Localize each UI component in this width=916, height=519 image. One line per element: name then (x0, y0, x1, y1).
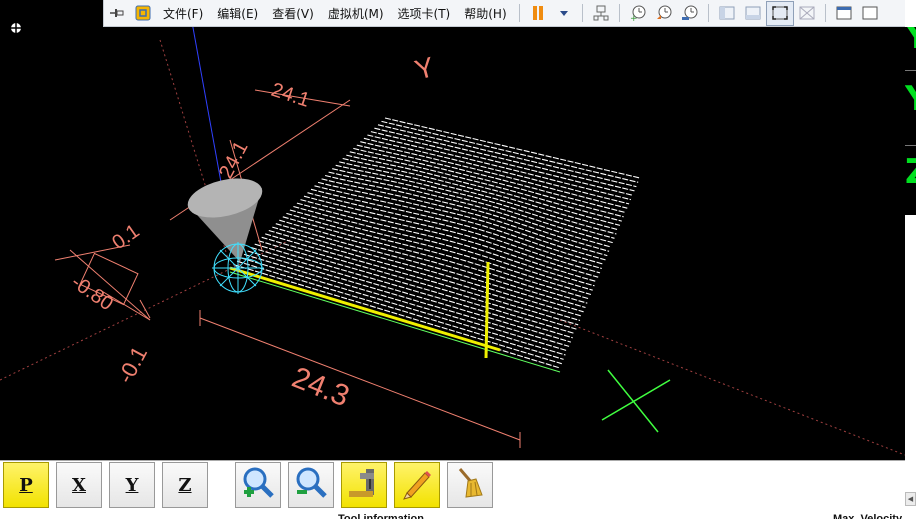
tool-information-label: Tool information (338, 513, 424, 519)
unity-button[interactable] (794, 2, 820, 25)
revert-snapshot-button[interactable] (651, 2, 677, 25)
draw-toolpath-button[interactable] (394, 462, 440, 508)
dimension-lines (54, 89, 521, 448)
toolpath-scanline (346, 154, 621, 226)
toolpath-scanline (265, 233, 579, 326)
console-view-button[interactable] (831, 2, 857, 25)
view-perspective-label: P (19, 474, 33, 496)
thumbnail-bar-button[interactable] (740, 2, 766, 25)
pin-icon (108, 4, 126, 22)
view-thumbnail-icon (744, 4, 762, 22)
menu-file[interactable]: 文件(F) (156, 2, 210, 25)
dro-divider (905, 145, 916, 146)
view-perspective-button[interactable]: P (3, 462, 49, 508)
stretch-icon (861, 4, 879, 22)
menu-vm[interactable]: 虚拟机(M) (321, 2, 391, 25)
view-y-button[interactable]: Y (109, 462, 155, 508)
dro-axis-label: Y (905, 27, 916, 57)
toolpath-viewport[interactable]: 24.1 24.1 0.1 -0.1 24.3 -0.80 Y (0, 0, 905, 460)
scroll-left-button[interactable]: ◀ (905, 492, 916, 506)
zoom-in-icon (240, 465, 276, 505)
take-snapshot-button[interactable]: + (625, 2, 651, 25)
max-velocity-label: Max. Velocity (833, 513, 903, 519)
highlight-vertical-line (484, 261, 490, 359)
dro-divider (905, 70, 916, 71)
svg-text:+: + (630, 14, 638, 21)
dimension-y-label: 24.1 (215, 138, 253, 183)
network-icon (592, 4, 610, 22)
snapshot-revert-icon (655, 4, 673, 22)
dimension-left-neg-label: -0.1 (112, 342, 152, 387)
toolpath-scanline (296, 202, 595, 287)
green-path-line (229, 271, 561, 373)
machine-tool-icon (346, 465, 382, 505)
highlight-path-line (229, 266, 501, 352)
fullscreen-icon (771, 4, 789, 22)
pin-button[interactable] (104, 2, 130, 25)
toolbar-separator (824, 4, 826, 22)
z-axis-line (187, 0, 227, 211)
toolbar-separator (707, 4, 709, 22)
view-x-button[interactable]: X (56, 462, 102, 508)
pause-button[interactable] (525, 2, 551, 25)
console-view-icon (835, 4, 853, 22)
x-axis-marker-b (601, 379, 671, 421)
pencil-icon (399, 465, 435, 505)
view-sidebar-icon (718, 4, 736, 22)
toolpath-scanline (250, 246, 572, 343)
scroll-left-icon: ◀ (907, 495, 914, 503)
toolbar-separator (581, 4, 583, 22)
broom-icon (452, 465, 488, 505)
x-axis-positive-line (559, 319, 905, 456)
toolbar-separator (518, 4, 520, 22)
snapshot-manager-button[interactable] (677, 2, 703, 25)
dimension-left-offset-label: 0.1 (108, 220, 143, 254)
dimension-x-label: 24.3 (287, 361, 354, 413)
view-z-label: Z (178, 474, 192, 496)
stretch-guest-button[interactable] (857, 2, 883, 25)
view-y-label: Y (125, 474, 139, 496)
origin-compass-icon (8, 20, 24, 36)
toolpath-scanline (300, 199, 597, 283)
menu-edit[interactable]: 编辑(E) (210, 2, 265, 25)
clear-view-button[interactable] (447, 462, 493, 508)
dimension-y-top-label: 24.1 (268, 79, 312, 112)
zoom-out-button[interactable] (288, 462, 334, 508)
menu-view[interactable]: 查看(V) (265, 2, 321, 25)
toolpath-scanline (342, 157, 619, 231)
y-axis-letter: Y (412, 51, 438, 86)
dro-axis-label: Z (905, 152, 916, 192)
toolpath-scene: 24.1 24.1 0.1 -0.1 24.3 -0.80 Y (0, 0, 905, 456)
machine-tool-button[interactable] (341, 462, 387, 508)
zoom-out-icon (293, 465, 329, 505)
dimension-z-label: -0.80 (67, 271, 117, 315)
view-toolbar: P X Y Z (0, 460, 905, 513)
toolpath-scanline (282, 216, 588, 304)
menu-tabs[interactable]: 选项卡(T) (391, 2, 458, 25)
menu-help[interactable]: 帮助(H) (457, 2, 513, 25)
toolpath-scanline (349, 151, 622, 222)
toolpath-scanline (233, 264, 562, 365)
vmware-logo-icon (134, 4, 152, 22)
zoom-in-button[interactable] (235, 462, 281, 508)
dro-display: Y Y Z (905, 27, 916, 215)
snapshot-take-icon: + (629, 4, 647, 22)
toolpath-scanline (275, 223, 584, 313)
pause-icon (529, 4, 547, 22)
vm-toolbar: 文件(F) 编辑(E) 查看(V) 虚拟机(M) 选项卡(T) 帮助(H) + (103, 0, 916, 27)
tool-position-icon (212, 242, 264, 294)
dro-axis-label: Y (905, 79, 916, 119)
send-ctrl-alt-del-button[interactable] (588, 2, 614, 25)
show-library-button[interactable] (714, 2, 740, 25)
snapshot-manager-icon (681, 4, 699, 22)
fullscreen-button[interactable] (765, 0, 794, 26)
toolbar-separator (618, 4, 620, 22)
power-dropdown-button[interactable] (551, 2, 577, 25)
dropdown-icon (555, 4, 573, 22)
unity-icon (798, 4, 816, 22)
vmware-home-button[interactable] (130, 2, 156, 25)
view-z-button[interactable]: Z (162, 462, 208, 508)
view-x-label: X (72, 474, 86, 496)
toolpath-scanline (268, 229, 581, 322)
